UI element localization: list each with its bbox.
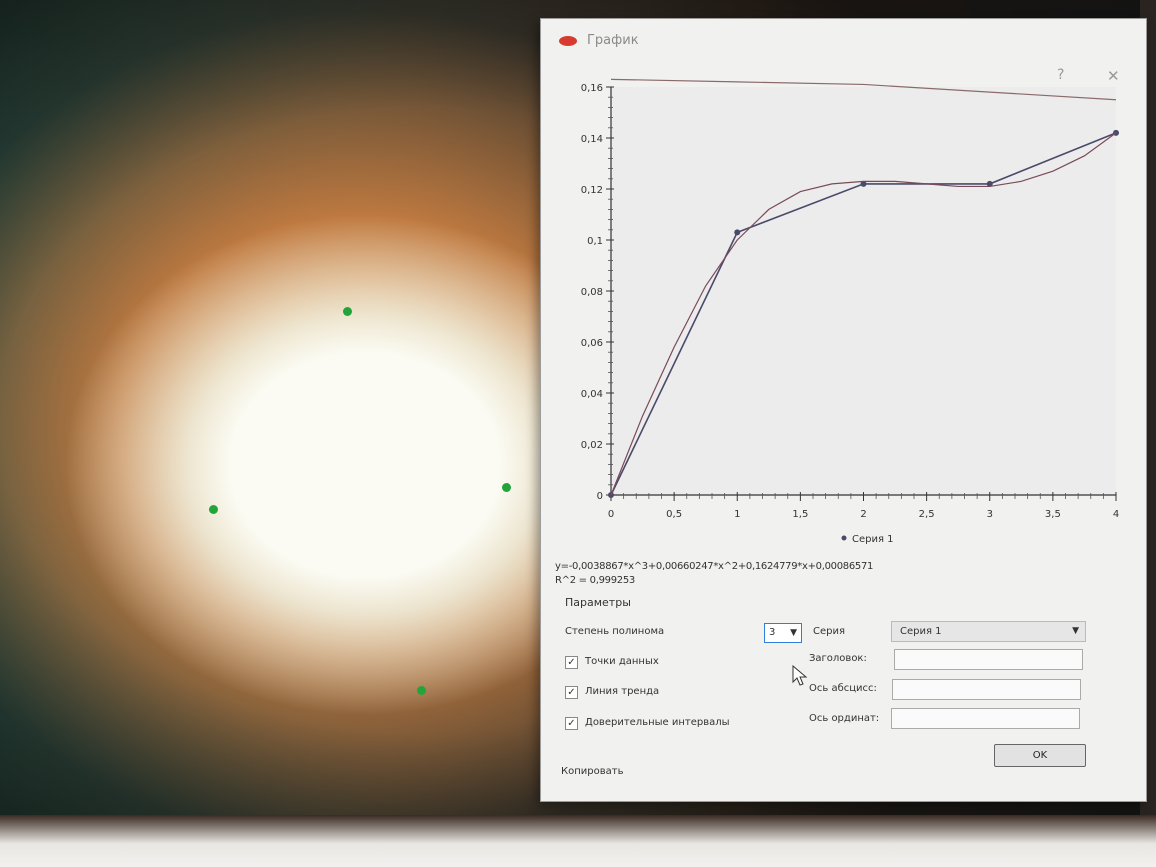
y-axis-field-label: Ось ординат: bbox=[809, 713, 880, 724]
y-tick-label: 0,04 bbox=[581, 389, 603, 400]
trend-line-label: Линия тренда bbox=[585, 686, 660, 697]
trend-line-checkbox[interactable]: ✓ bbox=[565, 686, 578, 699]
y-tick-label: 0,08 bbox=[581, 287, 603, 298]
chart-legend: Серия 1 bbox=[841, 534, 894, 545]
x-tick-label: 0,5 bbox=[666, 509, 682, 520]
x-tick-label: 1,5 bbox=[792, 509, 808, 520]
x-tick-label: 2 bbox=[860, 509, 866, 520]
plot-area bbox=[611, 87, 1116, 495]
chart-axes bbox=[610, 87, 1116, 496]
x-axis-field[interactable] bbox=[892, 679, 1081, 700]
monitor-bezel-bottom bbox=[0, 815, 1156, 867]
chart-plot: 0 0,02 0,04 0,06 0,08 0,1 0,12 0,14 0,16 0 0,5 1 1,5… bbox=[581, 78, 1119, 545]
chevron-down-icon: ▼ bbox=[790, 628, 797, 638]
chevron-down-icon: ▼ bbox=[1072, 626, 1079, 636]
regression-equation: y=-0,0038867*x^3+0,00660247*x^2+0,162477… bbox=[555, 560, 873, 588]
title-field-label: Заголовок: bbox=[809, 653, 867, 664]
data-point bbox=[734, 229, 741, 236]
r-squared-text: R^2 = 0,999253 bbox=[555, 575, 635, 586]
series-value: Серия 1 bbox=[900, 626, 942, 637]
series-label: Серия bbox=[813, 626, 845, 637]
green-marker bbox=[343, 307, 352, 316]
degree-value: 3 bbox=[769, 627, 776, 638]
data-points-label: Точки данных bbox=[585, 656, 659, 667]
x-tick-label: 2,5 bbox=[919, 509, 935, 520]
legend-marker bbox=[841, 535, 847, 541]
y-tick-label: 0,02 bbox=[581, 440, 603, 451]
green-marker bbox=[209, 505, 218, 514]
confidence-intervals-label: Доверительные интервалы bbox=[585, 717, 730, 728]
degree-spinbox[interactable]: 3 ▼ bbox=[764, 623, 802, 643]
y-tick-label: 0,12 bbox=[581, 185, 603, 196]
x-tick-label: 3 bbox=[987, 509, 993, 520]
chart-dialog: График ? ✕ 0 0,02 0,04 0,06 0,08 0,1 0,12 0,14 0… bbox=[540, 18, 1147, 802]
x-tick-label: 0 bbox=[608, 509, 614, 520]
green-marker bbox=[417, 686, 426, 695]
confidence-intervals-checkbox[interactable]: ✓ bbox=[565, 717, 578, 730]
x-tick-label: 4 bbox=[1113, 509, 1119, 520]
y-axis-field[interactable] bbox=[891, 708, 1080, 729]
y-tick-label: 0,16 bbox=[581, 83, 603, 94]
y-tick-label: 0,06 bbox=[581, 338, 603, 349]
copy-button[interactable]: Копировать bbox=[561, 766, 623, 777]
y-tick-label: 0 bbox=[597, 491, 603, 502]
data-points-checkbox[interactable]: ✓ bbox=[565, 656, 578, 669]
equation-text: y=-0,0038867*x^3+0,00660247*x^2+0,162477… bbox=[555, 561, 874, 572]
x-tick-label: 3,5 bbox=[1045, 509, 1061, 520]
parameters-title: Параметры bbox=[565, 596, 631, 609]
degree-label: Степень полинома bbox=[565, 626, 665, 637]
ok-button[interactable]: OK bbox=[994, 744, 1086, 767]
y-tick-label: 0,1 bbox=[587, 236, 603, 247]
mouse-cursor-icon bbox=[792, 665, 808, 686]
title-field[interactable] bbox=[894, 649, 1083, 670]
series-select[interactable]: Серия 1 ▼ bbox=[891, 621, 1086, 642]
x-tick-label: 1 bbox=[734, 509, 740, 520]
green-marker bbox=[502, 483, 511, 492]
y-tick-label: 0,14 bbox=[581, 134, 603, 145]
x-axis-field-label: Ось абсцисс: bbox=[809, 683, 877, 694]
legend-label: Серия 1 bbox=[852, 534, 894, 545]
